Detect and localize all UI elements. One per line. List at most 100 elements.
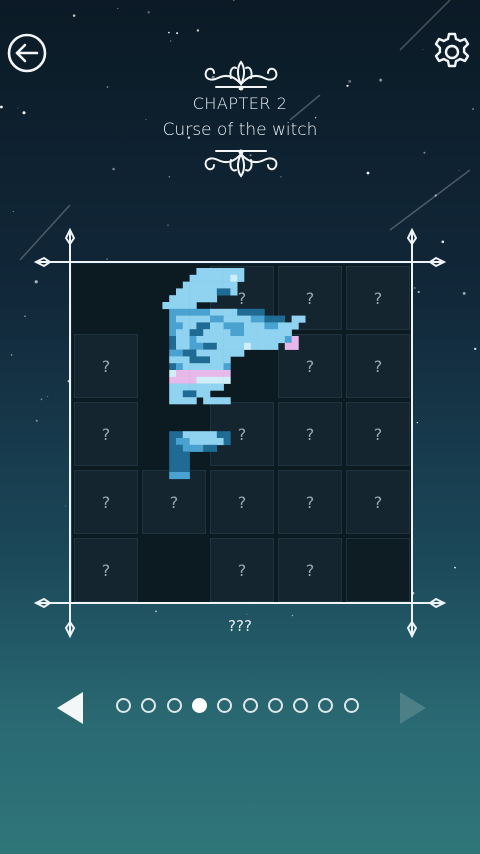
star [314, 117, 317, 119]
pixel [182, 322, 190, 330]
pixel [230, 308, 238, 316]
pixel [176, 370, 184, 378]
page-dot[interactable] [141, 698, 157, 713]
pixel [264, 322, 272, 330]
star [155, 610, 157, 613]
pixel [210, 329, 218, 337]
pixel [203, 308, 211, 316]
pixel [196, 342, 204, 350]
pixel [182, 472, 190, 480]
pixel [203, 349, 211, 357]
pixel [210, 274, 218, 282]
page-dot[interactable] [343, 698, 359, 713]
pixel [244, 308, 252, 316]
pixel [223, 308, 231, 316]
pixel [257, 329, 265, 337]
arrow-left-circle-icon [7, 33, 47, 73]
pixel [210, 315, 218, 323]
back-button[interactable] [6, 32, 48, 74]
pixel [203, 342, 211, 350]
triangle-right-icon [400, 692, 426, 724]
pixel [203, 363, 211, 371]
pixel [223, 342, 231, 350]
pixel [210, 444, 218, 452]
pixel [176, 288, 184, 296]
pixel [189, 383, 197, 391]
pixel [189, 295, 197, 303]
pixel [210, 342, 218, 350]
settings-button[interactable] [430, 30, 474, 74]
pixel [196, 383, 204, 391]
pixel [250, 342, 258, 350]
pixel [216, 376, 224, 384]
page-dot[interactable] [293, 698, 309, 713]
pixel [176, 363, 184, 371]
pixel [223, 274, 231, 282]
pixel [230, 288, 238, 296]
pixel [182, 451, 190, 459]
pixel [182, 342, 190, 350]
page-dot-active[interactable] [191, 698, 207, 713]
pixel [169, 451, 177, 459]
pixel [210, 383, 218, 391]
star [10, 354, 13, 356]
pixel [291, 342, 299, 350]
pixel [196, 322, 204, 330]
pixel [182, 431, 190, 439]
puzzle-name: ??? [228, 617, 252, 635]
prev-page-button[interactable] [55, 690, 85, 726]
star [167, 224, 169, 226]
pixel [257, 342, 265, 350]
shooting-star [19, 204, 71, 261]
pixel [182, 376, 190, 384]
pixel [223, 363, 231, 371]
pixel [182, 302, 190, 310]
pixel [169, 383, 177, 391]
star [168, 31, 170, 34]
star [441, 240, 445, 244]
page-dot[interactable] [116, 698, 131, 713]
pixel [216, 288, 224, 296]
pixel [271, 342, 279, 350]
next-page-button[interactable] [398, 690, 428, 726]
pixel [189, 438, 197, 446]
top-ornament [204, 60, 278, 91]
page-dot[interactable] [242, 698, 258, 713]
page-dot[interactable] [318, 698, 334, 713]
pixel [182, 465, 190, 473]
pixel [203, 370, 211, 378]
pixel [216, 383, 224, 391]
page-dot[interactable] [166, 698, 182, 713]
pixel [203, 268, 211, 276]
pixel [257, 308, 265, 316]
pixel [162, 302, 170, 310]
pixel [176, 444, 184, 452]
pixel [189, 431, 197, 439]
star [35, 419, 38, 422]
pixel [203, 281, 211, 289]
star [474, 347, 477, 351]
pixel [176, 349, 184, 357]
page-dot[interactable] [267, 698, 283, 713]
pixel [182, 370, 190, 378]
page-dot[interactable] [217, 698, 233, 713]
pixel [230, 322, 238, 330]
pixel [271, 322, 279, 330]
pixel [216, 397, 224, 405]
star [106, 258, 108, 260]
pixel [298, 315, 306, 323]
pixel [169, 444, 177, 452]
pixel [189, 444, 197, 452]
pixel [169, 349, 177, 357]
pixel [196, 376, 204, 384]
pixel [223, 288, 231, 296]
pixel [169, 342, 177, 350]
pixel [176, 472, 184, 480]
star [434, 194, 437, 197]
pixel [244, 315, 252, 323]
pixel [176, 451, 184, 459]
pixel [291, 315, 299, 323]
pixel [169, 458, 177, 466]
pixel [169, 370, 177, 378]
star [346, 84, 349, 87]
